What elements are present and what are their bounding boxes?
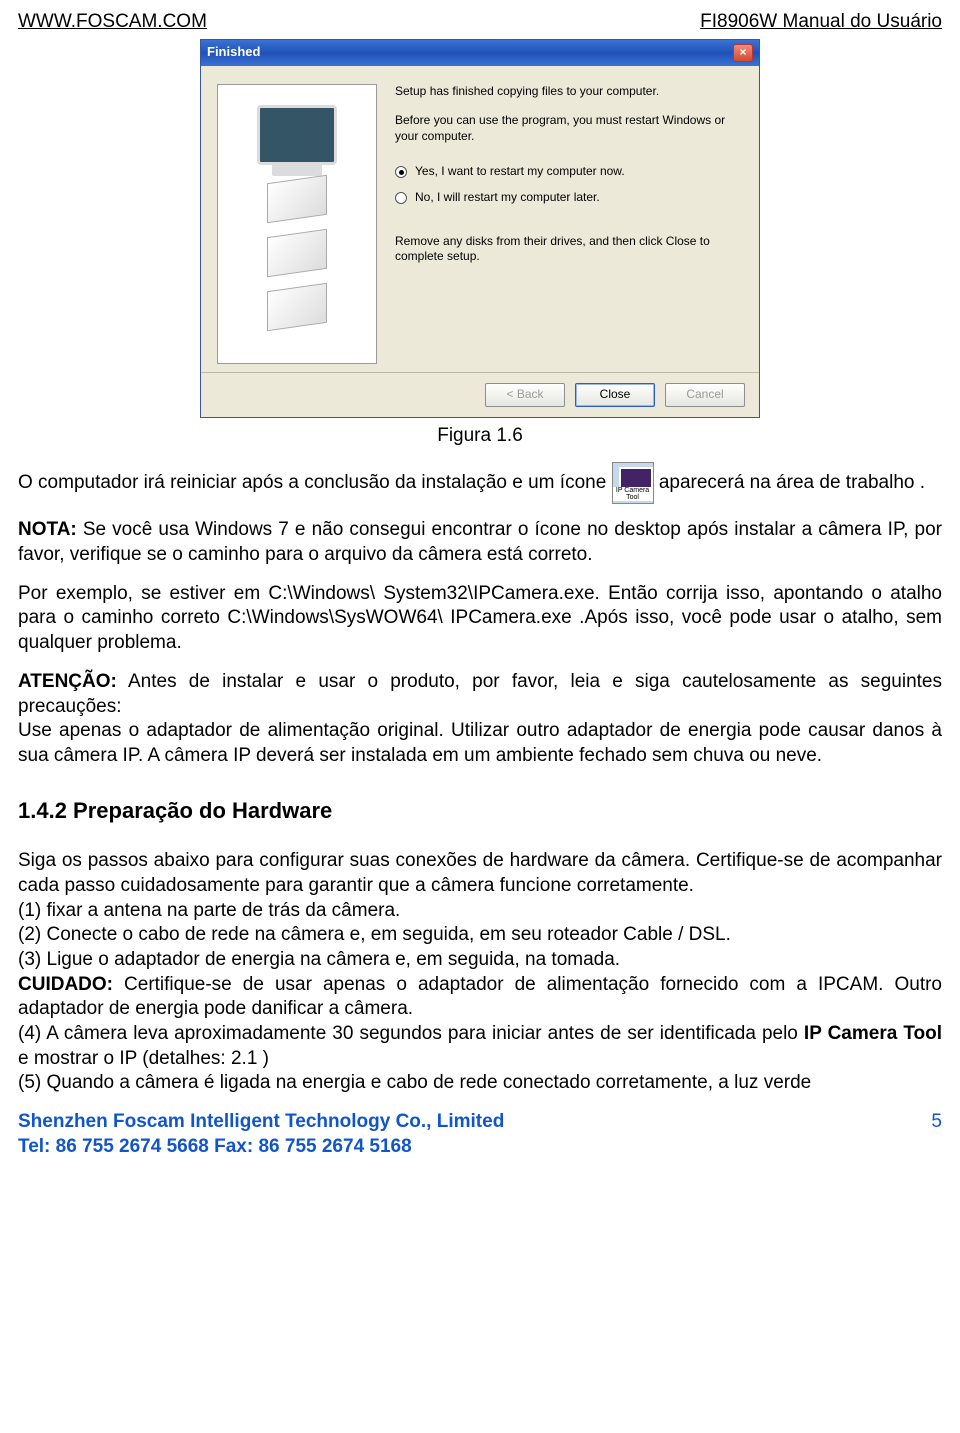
page-footer: Shenzhen Foscam Intelligent Technology C…: [18, 1110, 942, 1159]
radio-restart-now[interactable]: Yes, I want to restart my computer now.: [395, 164, 743, 180]
wizard-illustration: [217, 84, 377, 364]
paragraph-atencao: ATENÇÃO: Antes de instalar e usar o prod…: [18, 670, 942, 769]
dialog-button-row: < Back Close Cancel: [201, 372, 759, 417]
paragraph-example-path: Por exemplo, se estiver em C:\Windows\ S…: [18, 582, 942, 656]
radio-label: Yes, I want to restart my computer now.: [415, 164, 625, 180]
paragraph-restart-icon: O computador irá reiniciar após a conclu…: [18, 462, 942, 504]
close-button[interactable]: Close: [575, 383, 655, 407]
finished-dialog: Finished × Setup has finished copying fi…: [200, 39, 760, 418]
dialog-title: Finished: [207, 44, 260, 61]
page-number: 5: [931, 1110, 942, 1159]
hardware-intro: Siga os passos abaixo para configurar su…: [18, 849, 942, 1096]
back-button: < Back: [485, 383, 565, 407]
restart-required-text: Before you can use the program, you must…: [395, 113, 743, 144]
header-left: WWW.FOSCAM.COM: [18, 10, 207, 35]
close-icon[interactable]: ×: [733, 44, 753, 62]
nota-label: NOTA:: [18, 519, 77, 540]
remove-disks-text: Remove any disks from their drives, and …: [395, 234, 743, 265]
dialog-titlebar: Finished ×: [201, 40, 759, 66]
radio-restart-later[interactable]: No, I will restart my computer later.: [395, 190, 743, 206]
setup-finished-text: Setup has finished copying files to your…: [395, 84, 743, 100]
wizard-text: Setup has finished copying files to your…: [395, 84, 743, 364]
footer-tel: Tel: 86 755 2674 5668 Fax: 86 755 2674 5…: [18, 1135, 504, 1160]
dialog-screenshot-wrap: Finished × Setup has finished copying fi…: [18, 39, 942, 418]
disk-icon: [267, 174, 327, 222]
radio-icon: [395, 166, 407, 178]
disk-icon: [267, 228, 327, 276]
cuidado-label: CUIDADO:: [18, 974, 113, 995]
figure-caption: Figura 1.6: [18, 424, 942, 449]
dialog-body: Setup has finished copying files to your…: [201, 66, 759, 372]
atencao-label: ATENÇÃO:: [18, 671, 117, 692]
section-heading-hardware: 1.4.2 Preparação do Hardware: [18, 797, 942, 826]
restart-radio-group: Yes, I want to restart my computer now. …: [395, 164, 743, 205]
monitor-icon: [257, 105, 337, 165]
header-right: FI8906W Manual do Usuário: [700, 10, 942, 35]
page-header: WWW.FOSCAM.COM FI8906W Manual do Usuário: [18, 10, 942, 35]
paragraph-nota: NOTA: Se você usa Windows 7 e não conseg…: [18, 518, 942, 567]
radio-label: No, I will restart my computer later.: [415, 190, 600, 206]
disk-icon: [267, 282, 327, 330]
ipcamera-tool-icon: IP Camera Tool: [612, 462, 654, 504]
radio-icon: [395, 192, 407, 204]
cancel-button: Cancel: [665, 383, 745, 407]
footer-company: Shenzhen Foscam Intelligent Technology C…: [18, 1110, 504, 1135]
